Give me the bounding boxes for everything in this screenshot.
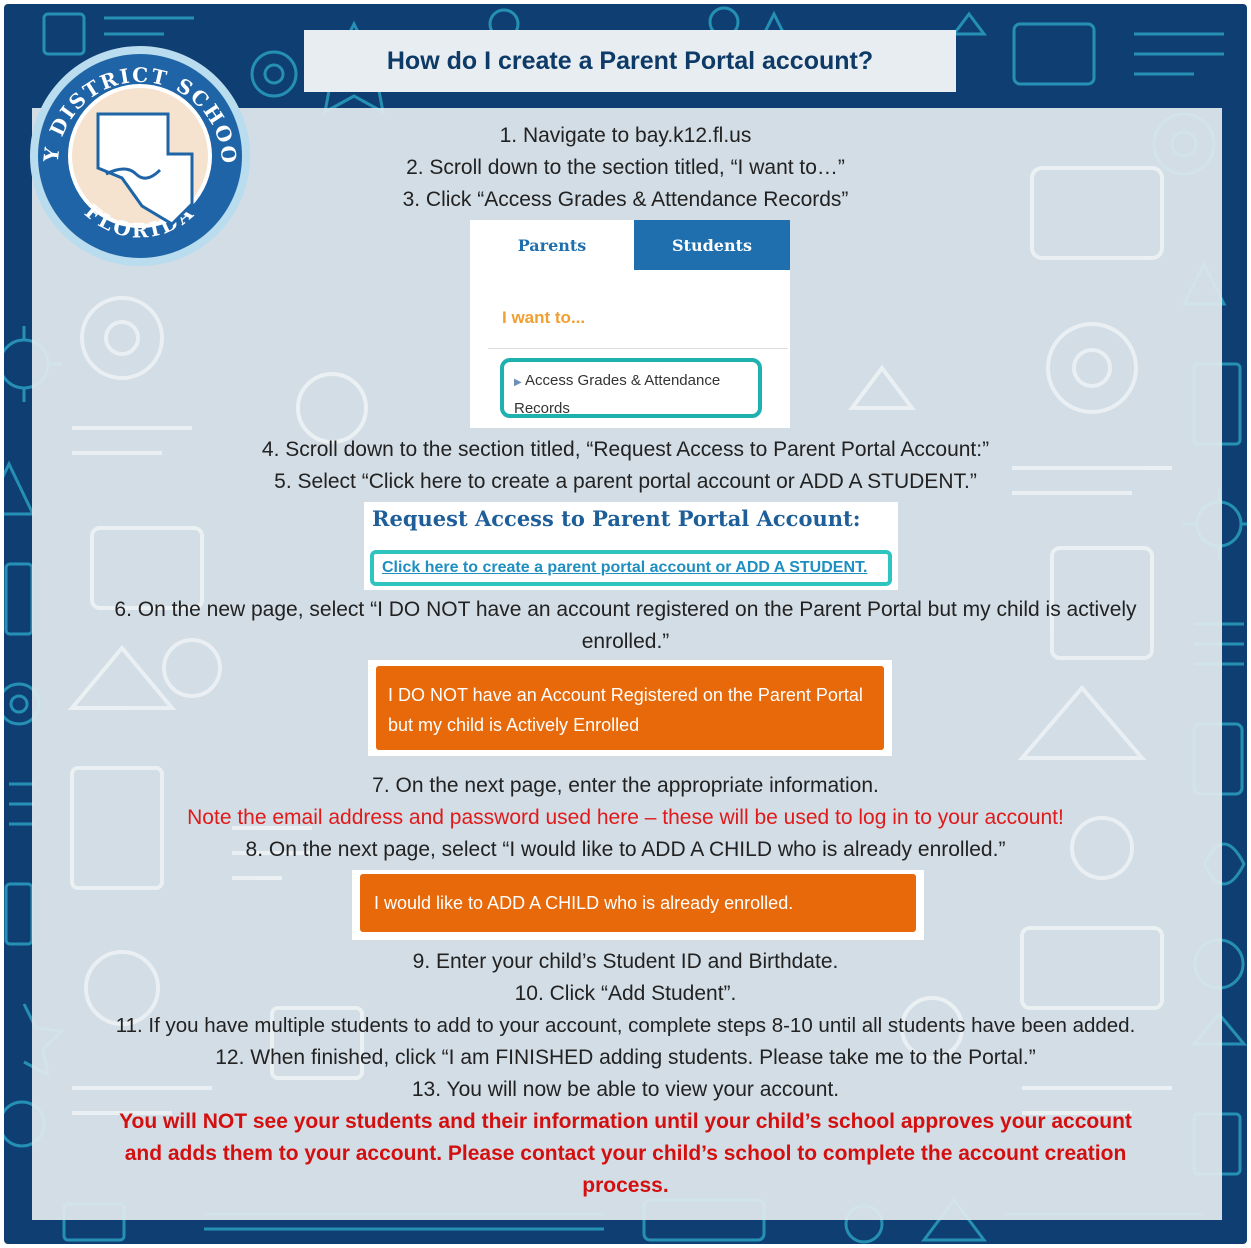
step-11: 11. If you have multiple students to add… [115,1014,1136,1037]
step-13: 13. You will now be able to view your ac… [411,1078,840,1101]
tab-parents[interactable]: Parents [470,220,634,270]
tab-students[interactable]: Students [634,220,790,270]
screenshot-request-access: Request Access to Parent Portal Account:… [364,502,898,590]
step-1: 1. Navigate to bay.k12.fl.us [499,124,752,147]
step-10: 10. Click “Add Student”. [514,982,737,1005]
warning-line-3: process. [582,1174,669,1197]
step-3: 3. Click “Access Grades & Attendance Rec… [402,188,849,211]
flyer: How do I create a Parent Portal account?… [0,0,1251,1248]
step-7: 7. On the next page, enter the appropria… [372,774,879,797]
screenshot-no-account: I DO NOT have an Account Registered on t… [368,660,892,756]
divider [488,348,788,349]
no-account-button[interactable]: I DO NOT have an Account Registered on t… [376,666,884,750]
i-want-to-label: I want to... [502,308,586,327]
no-account-line1: I DO NOT have an Account Registered on t… [388,685,863,705]
access-link-line2: Records [514,400,570,417]
no-account-line2: but my child is Actively Enrolled [388,715,640,735]
access-grades-link[interactable]: ▶ Access Grades & Attendance Records [500,358,762,418]
screenshot-i-want-to: Parents Students I want to... ▶ Access G… [470,220,790,428]
page-title: How do I create a Parent Portal account? [386,46,874,75]
request-access-heading: Request Access to Parent Portal Account: [372,506,861,531]
step-12: 12. When finished, click “I am FINISHED … [215,1046,1036,1069]
access-link-line1: Access Grades & Attendance [525,372,721,389]
step-2: 2. Scroll down to the section titled, “I… [406,156,845,179]
warning-line-2: and adds them to your account. Please co… [124,1142,1127,1165]
screenshot-add-child: I would like to ADD A CHILD who is alrea… [352,870,924,940]
title-banner: How do I create a Parent Portal account? [304,30,956,92]
warning-line-1: You will NOT see your students and their… [119,1110,1132,1133]
step-5: 5. Select “Click here to create a parent… [274,470,977,493]
step-9: 9. Enter your child’s Student ID and Bir… [412,950,839,973]
step-6-line2: enrolled.” [581,630,670,653]
create-account-link[interactable]: Click here to create a parent portal acc… [370,550,892,586]
step-6-line1: 6. On the new page, select “I DO NOT hav… [114,598,1137,621]
note-email-password: Note the email address and password used… [187,806,1064,829]
triangle-icon: ▶ [514,377,522,388]
add-child-button[interactable]: I would like to ADD A CHILD who is alrea… [360,874,916,932]
step-4: 4. Scroll down to the section titled, “R… [261,438,990,461]
step-8: 8. On the next page, select “I would lik… [245,838,1006,861]
